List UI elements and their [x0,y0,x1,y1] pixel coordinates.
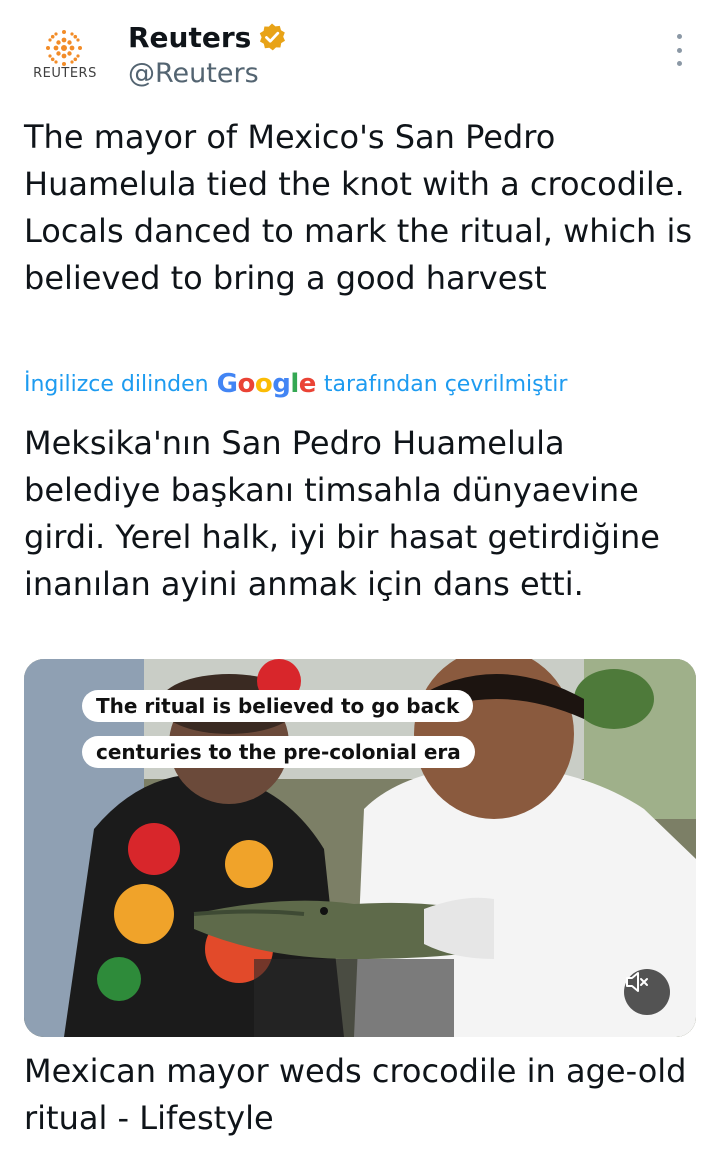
tweet-header: REUTERS Reuters @Reuters [0,0,720,100]
reuters-logo-wordmark: REUTERS [33,66,97,81]
speaker-muted-icon [626,972,648,992]
translation-prefix: İngilizce dilinden [24,371,209,397]
tweet-text: The mayor of Mexico's San Pedro Huamelul… [24,118,693,297]
google-logo-letter: G [216,369,238,399]
video-caption-line-1: The ritual is believed to go back [82,690,474,722]
translation-suffix: tarafından çevrilmiştir [323,371,568,397]
google-logo: Google [216,369,317,399]
google-logo-letter: o [254,369,273,399]
author-name-row: Reuters [128,16,287,58]
translated-tweet-text: Meksika'nın San Pedro Huamelula belediye… [24,424,660,603]
google-logo-letter: o [237,369,255,399]
google-logo-letter: e [298,369,317,399]
verified-badge-icon [260,23,286,51]
reuters-logo-icon [46,30,82,66]
author-name[interactable]: Reuters [128,21,251,54]
google-logo-letter: l [290,369,299,399]
more-options-icon[interactable] [664,34,694,66]
video-player[interactable]: The ritual is believed to go back centur… [24,659,696,1037]
video-caption-line-2: centuries to the pre-colonial era [82,736,475,768]
reuters-avatar[interactable]: REUTERS [30,24,100,88]
author-info[interactable]: Reuters @Reuters [128,16,287,89]
google-logo-letter: g [272,369,291,399]
translation-attribution[interactable]: İngilizce dilinden Google tarafından çev… [24,364,567,404]
link-card-title[interactable]: Mexican mayor weds crocodile in age-old … [24,1048,696,1142]
mute-toggle-button[interactable] [624,969,670,1015]
author-handle[interactable]: @Reuters [128,58,287,89]
